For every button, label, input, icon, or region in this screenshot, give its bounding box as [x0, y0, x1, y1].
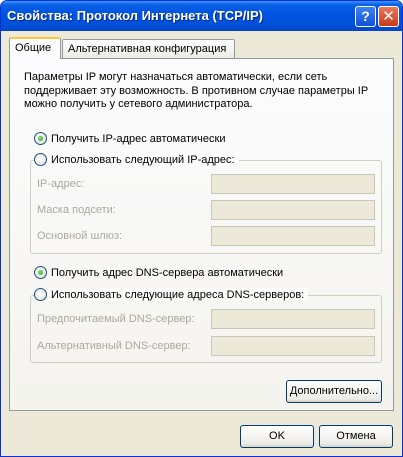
advanced-button[interactable]: Дополнительно...	[286, 380, 382, 403]
ip-manual-label: Использовать следующий IP-адрес:	[51, 153, 235, 166]
tab-alternate-config[interactable]: Альтернативная конфигурация	[62, 39, 235, 58]
ip-manual-radio[interactable]: Использовать следующий IP-адрес:	[34, 153, 239, 166]
general-tab-panel: Параметры IP могут назначаться автоматич…	[9, 58, 394, 411]
ip-address-field[interactable]	[211, 174, 375, 194]
preferred-dns-field[interactable]	[211, 309, 375, 329]
ok-button[interactable]: OK	[240, 425, 314, 448]
help-button[interactable]: ?	[355, 6, 376, 27]
default-gateway-field[interactable]	[211, 226, 375, 246]
dns-auto-label: Получить адрес DNS-сервера автоматически	[51, 266, 284, 279]
subnet-mask-label: Маска подсети:	[37, 204, 116, 216]
ip-address-label: IP-адрес:	[37, 178, 85, 190]
radio-unselected-icon	[34, 288, 47, 301]
tcpip-properties-dialog: Свойства: Протокол Интернета (TCP/IP) ? …	[0, 0, 403, 457]
dns-manual-label: Использовать следующие адреса DNS-сервер…	[51, 288, 305, 301]
title-bar[interactable]: Свойства: Протокол Интернета (TCP/IP) ? …	[1, 1, 402, 31]
subnet-mask-field[interactable]	[211, 200, 375, 220]
radio-selected-icon	[34, 132, 47, 145]
default-gateway-label: Основной шлюз:	[37, 230, 123, 242]
window-title: Свойства: Протокол Интернета (TCP/IP)	[7, 8, 263, 23]
alternate-dns-field[interactable]	[211, 336, 375, 356]
dns-manual-radio[interactable]: Использовать следующие адреса DNS-сервер…	[34, 288, 309, 301]
dns-auto-radio[interactable]: Получить адрес DNS-сервера автоматически	[34, 266, 287, 279]
radio-selected-icon	[34, 266, 47, 279]
ip-auto-radio[interactable]: Получить IP-адрес автоматически	[34, 132, 229, 145]
alternate-dns-label: Альтернативный DNS-сервер:	[37, 340, 191, 352]
radio-unselected-icon	[34, 153, 47, 166]
cancel-button[interactable]: Отмена	[319, 425, 393, 448]
tab-general[interactable]: Общие	[9, 37, 61, 59]
ip-auto-label: Получить IP-адрес автоматически	[51, 132, 226, 145]
close-button[interactable]: ✕	[378, 6, 399, 27]
description-text: Параметры IP могут назначаться автоматич…	[24, 71, 368, 110]
preferred-dns-label: Предпочитаемый DNS-сервер:	[37, 313, 195, 325]
